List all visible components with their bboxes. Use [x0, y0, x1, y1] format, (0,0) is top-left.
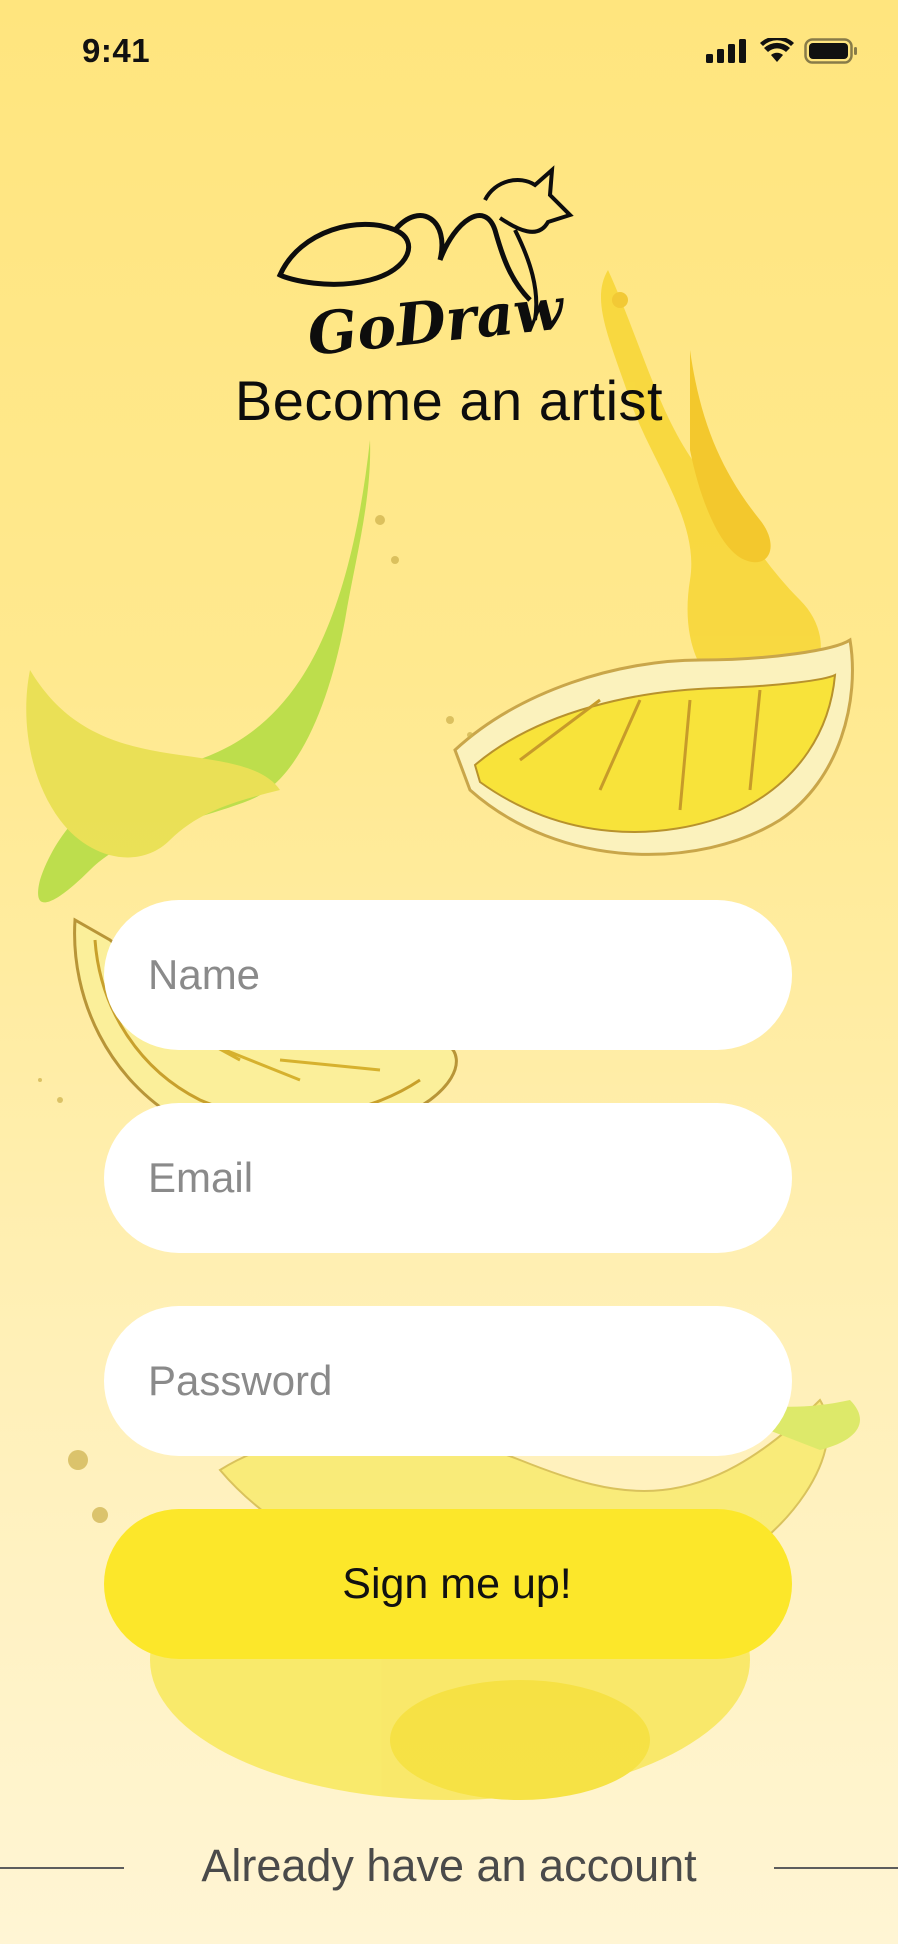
status-bar: 9:41	[0, 0, 898, 110]
password-input[interactable]	[104, 1306, 792, 1456]
email-field-container	[104, 1103, 792, 1253]
status-time: 9:41	[82, 32, 151, 69]
footer-divider-right	[774, 1867, 898, 1869]
page-headline: Become an artist	[234, 369, 664, 432]
splash-upper-right	[600, 270, 821, 700]
godraw-logo: GoDraw	[270, 160, 600, 370]
signal-icon	[706, 39, 746, 63]
footer-divider-left	[0, 1867, 124, 1869]
splash-green-left	[26, 440, 371, 903]
godraw-logo-mark: GoDraw	[276, 165, 574, 369]
status-icons	[706, 38, 858, 64]
login-link[interactable]: Already have an account	[150, 1840, 748, 1892]
name-field-container	[104, 900, 792, 1050]
signup-screen: 9:41 GoDraw Become an artist Name Email …	[0, 0, 898, 1944]
sign-up-button[interactable]: Sign me up!	[104, 1509, 792, 1659]
battery-icon	[804, 38, 857, 64]
name-input[interactable]	[104, 900, 792, 1050]
lemon-wedge-right	[453, 637, 854, 856]
password-field-container	[104, 1306, 792, 1456]
email-input[interactable]	[104, 1103, 792, 1253]
wifi-icon	[760, 38, 794, 62]
svg-text:GoDraw: GoDraw	[304, 274, 568, 369]
